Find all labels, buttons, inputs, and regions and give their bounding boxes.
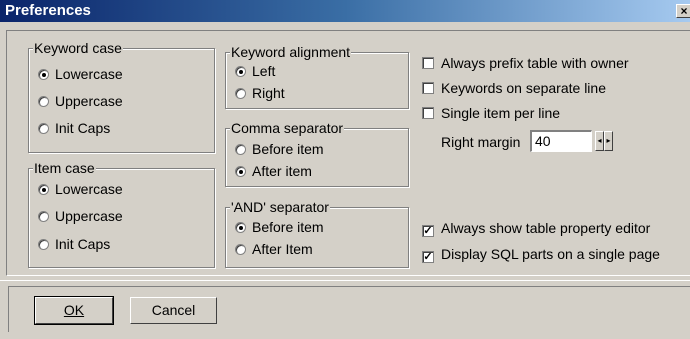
radio-dot-icon	[235, 144, 246, 155]
item-case-uppercase-radio[interactable]: Uppercase	[38, 208, 123, 224]
and-separator-group: 'AND' separator	[225, 199, 409, 268]
divider	[0, 280, 690, 281]
item-case-initcaps-radio[interactable]: Init Caps	[38, 236, 110, 252]
keyword-case-lowercase-radio[interactable]: Lowercase	[38, 66, 123, 82]
item-case-legend: Item case	[33, 160, 96, 176]
comma-separator-after-radio[interactable]: After item	[235, 163, 312, 179]
checkmark-icon: ✓	[422, 225, 434, 237]
single-item-per-line-checkbox[interactable]: Single item per line	[422, 105, 560, 121]
radio-dot-icon	[235, 66, 246, 77]
radio-dot-icon	[235, 222, 246, 233]
close-button[interactable]: ×	[676, 4, 690, 18]
comma-separator-legend: Comma separator	[230, 120, 345, 136]
radio-dot-icon	[235, 88, 246, 99]
radio-dot-icon	[38, 96, 49, 107]
radio-dot-icon	[38, 239, 49, 250]
keywords-separate-line-checkbox[interactable]: Keywords on separate line	[422, 80, 606, 96]
arrow-left-icon: ◂	[597, 136, 602, 145]
prefix-owner-checkbox[interactable]: Always prefix table with owner	[422, 55, 629, 71]
item-case-lowercase-radio[interactable]: Lowercase	[38, 181, 123, 197]
keyword-alignment-left-radio[interactable]: Left	[235, 63, 275, 79]
and-separator-before-radio[interactable]: Before item	[235, 219, 324, 235]
window-title: Preferences	[5, 2, 91, 19]
cancel-button[interactable]: Cancel	[130, 297, 217, 324]
radio-dot-icon	[38, 211, 49, 222]
spin-up-button[interactable]: ▸	[604, 131, 613, 151]
right-margin-input[interactable]: 40	[530, 130, 592, 152]
title-bar: Preferences ×	[0, 0, 690, 22]
right-margin-label: Right margin	[441, 134, 521, 150]
arrow-right-icon: ▸	[606, 136, 611, 145]
keyword-alignment-right-radio[interactable]: Right	[235, 85, 285, 101]
checkmark-icon: ✓	[422, 251, 434, 263]
radio-dot-icon	[38, 184, 49, 195]
ok-button[interactable]: OK	[34, 296, 114, 325]
keyword-alignment-legend: Keyword alignment	[230, 44, 352, 60]
display-sql-single-page-checkbox[interactable]: ✓ Display SQL parts on a single page	[422, 246, 660, 263]
radio-dot-icon	[235, 244, 246, 255]
and-separator-legend: 'AND' separator	[230, 199, 330, 215]
comma-separator-before-radio[interactable]: Before item	[235, 141, 324, 157]
keyword-case-legend: Keyword case	[33, 40, 123, 56]
spin-down-button[interactable]: ◂	[595, 131, 604, 151]
checkbox-icon	[422, 82, 434, 94]
show-table-property-editor-checkbox[interactable]: ✓ Always show table property editor	[422, 220, 650, 237]
radio-dot-icon	[38, 123, 49, 134]
keyword-case-initcaps-radio[interactable]: Init Caps	[38, 120, 110, 136]
close-icon: ×	[680, 4, 688, 18]
radio-dot-icon	[235, 166, 246, 177]
and-separator-after-radio[interactable]: After Item	[235, 241, 313, 257]
checkbox-icon	[422, 57, 434, 69]
keyword-case-uppercase-radio[interactable]: Uppercase	[38, 93, 123, 109]
radio-dot-icon	[38, 69, 49, 80]
checkbox-icon	[422, 107, 434, 119]
